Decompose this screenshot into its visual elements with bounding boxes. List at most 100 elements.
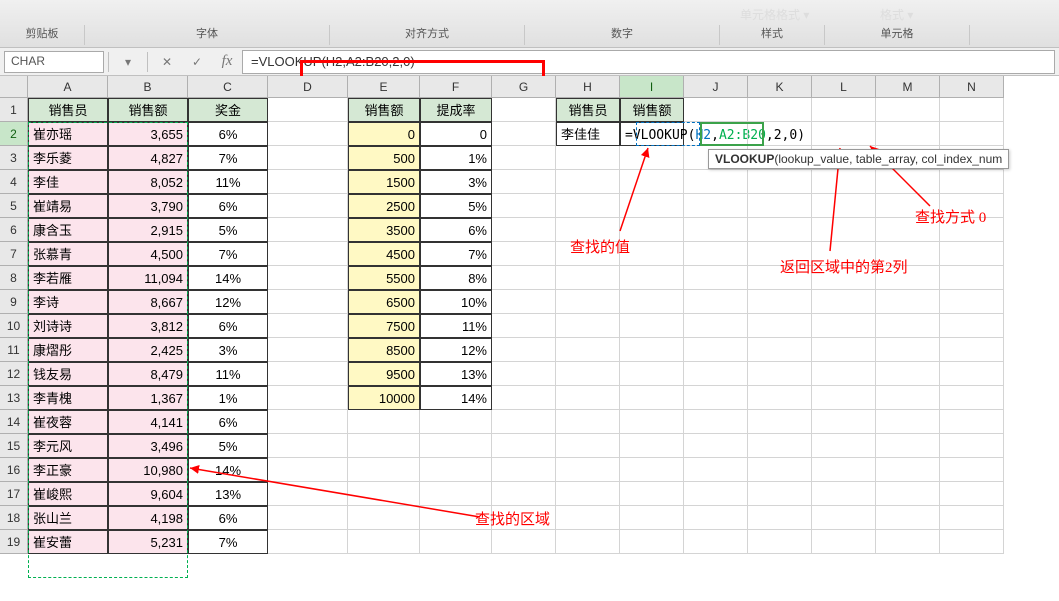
cell-B1[interactable]: 销售额 <box>108 98 188 122</box>
cell-J17[interactable] <box>684 482 748 506</box>
row-header-19[interactable]: 19 <box>0 530 28 554</box>
cell-K9[interactable] <box>748 290 812 314</box>
cell-L11[interactable] <box>812 338 876 362</box>
cell-H1[interactable]: 销售员 <box>556 98 620 122</box>
cell-B2[interactable]: 3,655 <box>108 122 188 146</box>
cell-N14[interactable] <box>940 410 1004 434</box>
cell-B16[interactable]: 10,980 <box>108 458 188 482</box>
cell-C2[interactable]: 6% <box>188 122 268 146</box>
cell-F17[interactable] <box>420 482 492 506</box>
cell-A13[interactable]: 李青槐 <box>28 386 108 410</box>
cell-L10[interactable] <box>812 314 876 338</box>
cell-F12[interactable]: 13% <box>420 362 492 386</box>
cell-B17[interactable]: 9,604 <box>108 482 188 506</box>
row-header-8[interactable]: 8 <box>0 266 28 290</box>
cell-E15[interactable] <box>348 434 420 458</box>
cell-I15[interactable] <box>620 434 684 458</box>
cell-E4[interactable]: 1500 <box>348 170 420 194</box>
cell-B3[interactable]: 4,827 <box>108 146 188 170</box>
cell-D8[interactable] <box>268 266 348 290</box>
cell-E3[interactable]: 500 <box>348 146 420 170</box>
cell-G4[interactable] <box>492 170 556 194</box>
cell-F3[interactable]: 1% <box>420 146 492 170</box>
cell-F15[interactable] <box>420 434 492 458</box>
cell-K19[interactable] <box>748 530 812 554</box>
cell-I11[interactable] <box>620 338 684 362</box>
cell-D4[interactable] <box>268 170 348 194</box>
name-box[interactable]: CHAR <box>4 51 104 73</box>
cell-J11[interactable] <box>684 338 748 362</box>
cell-G12[interactable] <box>492 362 556 386</box>
cell-A12[interactable]: 钱友易 <box>28 362 108 386</box>
cell-N16[interactable] <box>940 458 1004 482</box>
cell-C11[interactable]: 3% <box>188 338 268 362</box>
cell-D15[interactable] <box>268 434 348 458</box>
cell-G15[interactable] <box>492 434 556 458</box>
cell-I13[interactable] <box>620 386 684 410</box>
cell-M1[interactable] <box>876 98 940 122</box>
cell-H9[interactable] <box>556 290 620 314</box>
row-header-12[interactable]: 12 <box>0 362 28 386</box>
col-header-K[interactable]: K <box>748 76 812 98</box>
cell-M18[interactable] <box>876 506 940 530</box>
cell-M13[interactable] <box>876 386 940 410</box>
cell-H3[interactable] <box>556 146 620 170</box>
cell-F14[interactable] <box>420 410 492 434</box>
cell-B13[interactable]: 1,367 <box>108 386 188 410</box>
cell-C5[interactable]: 6% <box>188 194 268 218</box>
cell-D1[interactable] <box>268 98 348 122</box>
cell-G7[interactable] <box>492 242 556 266</box>
cell-E17[interactable] <box>348 482 420 506</box>
col-header-H[interactable]: H <box>556 76 620 98</box>
cell-A9[interactable]: 李诗 <box>28 290 108 314</box>
cell-L15[interactable] <box>812 434 876 458</box>
cell-D2[interactable] <box>268 122 348 146</box>
cell-N4[interactable] <box>940 170 1004 194</box>
cell-D18[interactable] <box>268 506 348 530</box>
cell-J4[interactable] <box>684 170 748 194</box>
cell-B11[interactable]: 2,425 <box>108 338 188 362</box>
cell-A18[interactable]: 张山兰 <box>28 506 108 530</box>
cell-J10[interactable] <box>684 314 748 338</box>
cell-J6[interactable] <box>684 218 748 242</box>
cell-A5[interactable]: 崔靖易 <box>28 194 108 218</box>
col-header-E[interactable]: E <box>348 76 420 98</box>
cell-A2[interactable]: 崔亦瑶 <box>28 122 108 146</box>
formula-input[interactable]: =VLOOKUP(H2,A2:B20,2,0) <box>242 50 1055 74</box>
row-header-10[interactable]: 10 <box>0 314 28 338</box>
cell-K5[interactable] <box>748 194 812 218</box>
row-header-17[interactable]: 17 <box>0 482 28 506</box>
cell-K12[interactable] <box>748 362 812 386</box>
cell-E7[interactable]: 4500 <box>348 242 420 266</box>
cell-F16[interactable] <box>420 458 492 482</box>
col-header-N[interactable]: N <box>940 76 1004 98</box>
cell-N7[interactable] <box>940 242 1004 266</box>
cell-I8[interactable] <box>620 266 684 290</box>
cell-D6[interactable] <box>268 218 348 242</box>
cell-C16[interactable]: 14% <box>188 458 268 482</box>
col-header-M[interactable]: M <box>876 76 940 98</box>
ribbon-item-cellformat[interactable]: 单元格格式 ▾ <box>740 6 809 23</box>
row-header-4[interactable]: 4 <box>0 170 28 194</box>
cell-A17[interactable]: 崔峻熙 <box>28 482 108 506</box>
cell-N15[interactable] <box>940 434 1004 458</box>
cell-G10[interactable] <box>492 314 556 338</box>
cell-I9[interactable] <box>620 290 684 314</box>
cell-I2[interactable]: =VLOOKUP(H2,A2:B20,2,0) <box>620 122 684 146</box>
cell-E1[interactable]: 销售额 <box>348 98 420 122</box>
cell-M17[interactable] <box>876 482 940 506</box>
cell-F10[interactable]: 11% <box>420 314 492 338</box>
cell-J5[interactable] <box>684 194 748 218</box>
cell-C17[interactable]: 13% <box>188 482 268 506</box>
cell-I16[interactable] <box>620 458 684 482</box>
cell-F6[interactable]: 6% <box>420 218 492 242</box>
cell-H10[interactable] <box>556 314 620 338</box>
cell-L13[interactable] <box>812 386 876 410</box>
cell-B15[interactable]: 3,496 <box>108 434 188 458</box>
cell-D14[interactable] <box>268 410 348 434</box>
cell-L5[interactable] <box>812 194 876 218</box>
cell-F4[interactable]: 3% <box>420 170 492 194</box>
cell-N13[interactable] <box>940 386 1004 410</box>
cell-J8[interactable] <box>684 266 748 290</box>
cell-J2[interactable] <box>684 122 748 146</box>
